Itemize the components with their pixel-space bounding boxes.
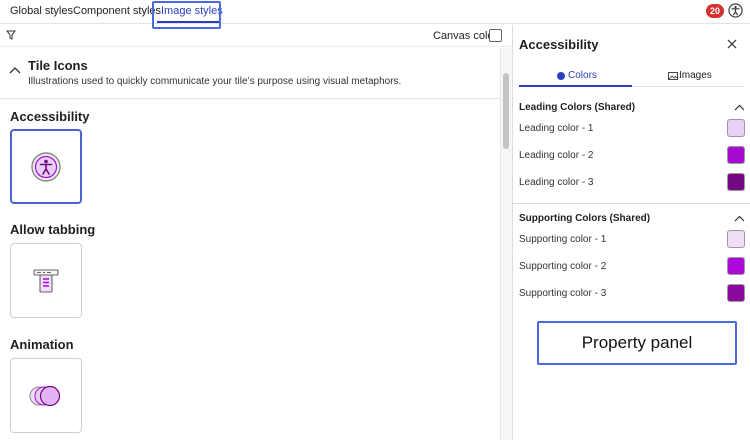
panel-active-tab-indicator bbox=[519, 85, 632, 87]
group-title-leading-colors: Leading Colors (Shared) bbox=[519, 102, 636, 113]
icon-card-accessibility[interactable] bbox=[10, 129, 82, 204]
icon-card-animation[interactable] bbox=[10, 358, 82, 433]
chevron-up-icon[interactable] bbox=[734, 104, 745, 112]
color-label-leading-1: Leading color - 1 bbox=[519, 123, 594, 134]
section-title: Tile Icons bbox=[28, 58, 88, 73]
property-panel: Accessibility Colors Images Leading Colo… bbox=[512, 25, 750, 440]
color-swatch-leading-1[interactable] bbox=[727, 119, 745, 137]
canvas-area: Canvas color Tile Icons Illustrations us… bbox=[0, 25, 512, 440]
section-description: Illustrations used to quickly communicat… bbox=[28, 76, 402, 87]
group-title-supporting-colors: Supporting Colors (Shared) bbox=[519, 213, 651, 224]
animation-icon bbox=[29, 385, 61, 406]
panel-tab-images[interactable]: Images bbox=[679, 70, 712, 81]
tab-component-styles[interactable]: Component styles bbox=[73, 5, 161, 17]
color-label-supporting-3: Supporting color - 3 bbox=[519, 288, 607, 299]
top-tab-bar: Global styles Component styles Image sty… bbox=[0, 0, 750, 29]
close-icon[interactable] bbox=[726, 38, 738, 50]
panel-title: Accessibility bbox=[519, 37, 599, 52]
notification-badge[interactable]: 20 bbox=[706, 4, 725, 18]
filter-icon[interactable] bbox=[6, 30, 16, 40]
canvas-color-label: Canvas color bbox=[433, 30, 498, 42]
canvas-color-checkbox[interactable] bbox=[489, 29, 502, 42]
scrollbar-thumb[interactable] bbox=[503, 73, 509, 149]
chevron-up-icon[interactable] bbox=[734, 215, 745, 223]
allow-tabbing-icon bbox=[33, 268, 59, 293]
callout-label: Property panel bbox=[581, 333, 693, 352]
color-swatch-supporting-2[interactable] bbox=[727, 257, 745, 275]
icon-title-animation: Animation bbox=[10, 337, 74, 352]
color-label-leading-2: Leading color - 2 bbox=[519, 150, 594, 161]
panel-tab-colors[interactable]: Colors bbox=[568, 70, 597, 81]
icon-card-allow-tabbing[interactable] bbox=[10, 243, 82, 318]
tab-image-styles[interactable]: Image styles bbox=[161, 5, 223, 17]
icon-title-allow-tabbing: Allow tabbing bbox=[10, 222, 96, 237]
color-label-supporting-2: Supporting color - 2 bbox=[519, 261, 607, 272]
color-swatch-supporting-3[interactable] bbox=[727, 284, 745, 302]
tile-icons-section-header: Tile Icons Illustrations used to quickly… bbox=[0, 48, 500, 99]
color-label-leading-3: Leading color - 3 bbox=[519, 177, 594, 188]
group-divider bbox=[513, 203, 750, 204]
colors-dot-icon bbox=[557, 72, 565, 80]
accessibility-icon bbox=[31, 151, 61, 182]
color-swatch-leading-2[interactable] bbox=[727, 146, 745, 164]
active-tab-indicator bbox=[157, 21, 219, 23]
chevron-up-icon[interactable] bbox=[9, 66, 21, 76]
color-swatch-supporting-1[interactable] bbox=[727, 230, 745, 248]
property-panel-callout: Property panel bbox=[537, 321, 737, 365]
tab-global-styles[interactable]: Global styles bbox=[10, 5, 73, 17]
color-label-supporting-1: Supporting color - 1 bbox=[519, 234, 607, 245]
color-swatch-leading-3[interactable] bbox=[727, 173, 745, 191]
canvas-toolbar: Canvas color bbox=[0, 25, 512, 47]
icon-title-accessibility: Accessibility bbox=[10, 109, 90, 124]
accessibility-icon[interactable] bbox=[728, 3, 743, 18]
image-icon bbox=[668, 72, 678, 80]
